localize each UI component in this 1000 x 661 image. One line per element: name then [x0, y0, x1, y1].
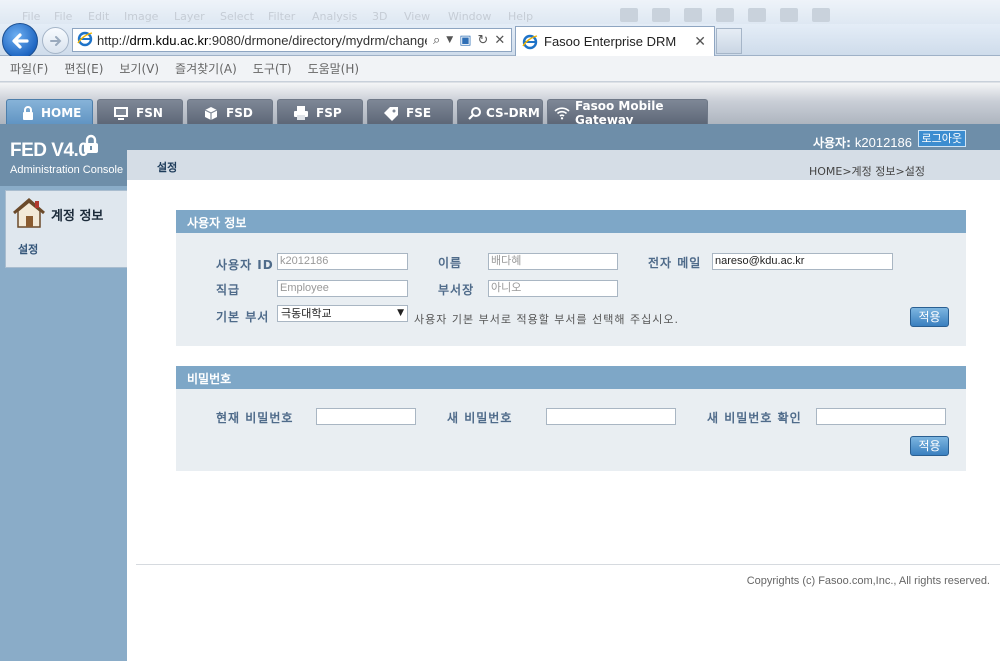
user-id-field[interactable]: k2012186: [277, 253, 408, 270]
name-field[interactable]: 배다혜: [488, 253, 618, 270]
ghost-menu-item: Filter: [268, 10, 296, 23]
home-icon: [11, 196, 47, 233]
ghost-menu-item: File: [22, 10, 41, 23]
user-info: 사용자: k2012186: [812, 135, 912, 150]
sidebar-item-settings[interactable]: 설정: [18, 241, 38, 257]
compat-view-icon[interactable]: ▣: [459, 33, 471, 48]
breadcrumb: HOME>계정 정보>설정: [808, 165, 925, 178]
sidebar: FED V4.0 Administration Console 계정 정보 설정: [0, 124, 127, 661]
ghost-menu-item: View: [404, 10, 431, 23]
new-tab-button[interactable]: [716, 28, 742, 54]
sidebar-section-label[interactable]: 계정 정보: [51, 205, 103, 224]
default-dept-hint: 사용자 기본 부서로 적용할 부서를 선택해 주십시오.: [414, 313, 679, 326]
close-tab-icon[interactable]: ✕: [694, 34, 706, 50]
tab-fsp[interactable]: FSP: [277, 99, 363, 125]
tab-cs-drm[interactable]: CS-DRM: [457, 99, 543, 125]
wifi-icon: [554, 106, 570, 120]
menu-favorites[interactable]: 즐겨찾기(A): [175, 60, 237, 77]
logout-button[interactable]: 로그아웃: [917, 130, 966, 147]
menu-help[interactable]: 도움말(H): [308, 60, 360, 77]
ghost-toolbar: [620, 8, 830, 22]
search-icon[interactable]: ⌕: [433, 33, 440, 48]
refresh-icon[interactable]: ↻: [478, 33, 489, 48]
search-icon: [468, 106, 482, 120]
new-password-input[interactable]: [546, 408, 676, 425]
ghost-menu-item: File: [54, 10, 73, 23]
footer-divider: [136, 564, 1000, 565]
confirm-password-label: 새 비밀번호 확인: [707, 411, 802, 425]
app-nav: HOME FSN FSD FSP FSE CS-DRM Fasoo Mobile…: [0, 82, 1000, 127]
menu-file[interactable]: 파일(F): [10, 60, 48, 77]
apply-user-info-button[interactable]: 적용: [910, 307, 949, 327]
dropdown-arrow-icon[interactable]: ▼: [446, 35, 453, 45]
default-dept-label: 기본 부서: [216, 310, 270, 324]
rank-label: 직급: [216, 283, 241, 297]
ie-logo-icon: [522, 34, 538, 50]
tag-icon: [382, 105, 400, 121]
page-title: 설정: [157, 161, 178, 174]
user-strip: 사용자: k2012186 로그아웃: [127, 124, 1000, 150]
user-info-header: 사용자 정보: [176, 210, 966, 233]
menu-view[interactable]: 보기(V): [119, 60, 159, 77]
ghost-menu-item: Layer: [174, 10, 205, 23]
printer-icon: [292, 105, 310, 121]
ghost-menu-item: Help: [508, 10, 534, 23]
copyright: Copyrights (c) Fasoo.com,Inc., All right…: [746, 575, 990, 587]
brand-version: FED V4.0: [10, 140, 89, 161]
email-label: 전자 메일: [648, 256, 702, 270]
current-password-label: 현재 비밀번호: [216, 411, 294, 425]
lock-icon: [83, 134, 99, 157]
package-icon: [202, 105, 220, 121]
back-button[interactable]: [2, 23, 38, 59]
ghost-menu-item: Window: [448, 10, 492, 23]
address-bar[interactable]: http://drm.kdu.ac.kr:9080/drmone/directo…: [72, 28, 512, 52]
tab-home[interactable]: HOME: [6, 99, 93, 125]
ghost-menu-item: Image: [124, 10, 159, 23]
forward-button[interactable]: [42, 27, 69, 54]
ghost-menu-item: Select: [220, 10, 254, 23]
ghost-menu-item: Analysis: [312, 10, 358, 23]
dept-head-label: 부서장: [438, 283, 475, 297]
ie-logo-icon: [77, 31, 93, 50]
user-id: k2012186: [854, 135, 912, 150]
password-header: 비밀번호: [176, 366, 966, 389]
tab-fsn[interactable]: FSN: [97, 99, 183, 125]
brand: FED V4.0 Administration Console: [0, 124, 127, 186]
sidebar-section-account: 계정 정보 설정: [5, 190, 127, 268]
stop-icon[interactable]: ✕: [494, 33, 505, 48]
new-password-label: 새 비밀번호: [447, 411, 513, 425]
tab-fsd[interactable]: FSD: [187, 99, 273, 125]
name-label: 이름: [438, 256, 463, 270]
tab-mobile-gateway[interactable]: Fasoo Mobile Gateway: [547, 99, 708, 127]
url-text: http://drm.kdu.ac.kr:9080/drmone/directo…: [97, 32, 427, 48]
tab-fse[interactable]: FSE: [367, 99, 453, 125]
email-field[interactable]: nareso@kdu.ac.kr: [712, 253, 893, 270]
page-header: 설정 HOME>계정 정보>설정: [127, 150, 1000, 180]
monitor-icon: [112, 105, 130, 121]
default-dept-select[interactable]: 극동대학교 ▼: [277, 305, 408, 322]
background-app-menubar: File File Edit Image Layer Select Filter…: [0, 0, 1000, 26]
ghost-menu-item: 3D: [372, 10, 388, 23]
brand-subtitle: Administration Console: [10, 164, 124, 176]
ghost-menu-item: Edit: [88, 10, 110, 23]
confirm-password-input[interactable]: [816, 408, 946, 425]
dept-head-field[interactable]: 아니오: [488, 280, 618, 297]
browser-tab[interactable]: Fasoo Enterprise DRM ✕: [515, 26, 715, 56]
lock-icon: [21, 105, 35, 121]
menu-tools[interactable]: 도구(T): [253, 60, 292, 77]
user-id-label: 사용자 ID: [216, 258, 274, 272]
browser-menubar: 파일(F) 편집(E) 보기(V) 즐겨찾기(A) 도구(T) 도움말(H): [0, 56, 1000, 82]
menu-edit[interactable]: 편집(E): [64, 60, 103, 77]
current-password-input[interactable]: [316, 408, 416, 425]
chevron-down-icon: ▼: [397, 308, 404, 318]
tab-title: Fasoo Enterprise DRM: [544, 34, 677, 49]
browser-navbar: http://drm.kdu.ac.kr:9080/drmone/directo…: [0, 23, 1000, 59]
apply-password-button[interactable]: 적용: [910, 436, 949, 456]
arrow-left-icon: [12, 33, 29, 49]
rank-field[interactable]: Employee: [277, 280, 408, 297]
arrow-right-icon: [49, 35, 61, 46]
